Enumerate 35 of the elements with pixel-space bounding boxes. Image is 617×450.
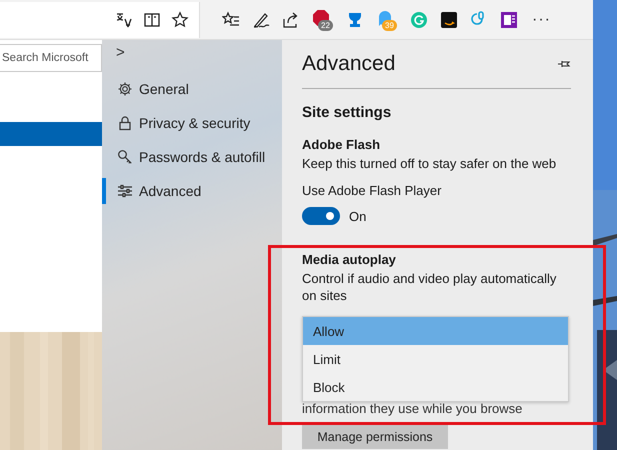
sidebar-item[interactable]: General [102,76,282,102]
notebook-icon[interactable] [500,10,518,28]
setting-description: Control if audio and video play automatically on sites [302,270,558,304]
setting-description: information they use while you browse [302,400,524,417]
translate-icon[interactable] [115,10,133,28]
dropdown-option[interactable]: Limit [303,345,568,373]
favorites-list-icon[interactable] [222,10,240,28]
setting-heading: Adobe Flash [302,137,382,152]
panel-title: Advanced [302,52,396,76]
share-icon[interactable] [282,10,300,28]
star-icon[interactable] [171,10,189,28]
pin-icon[interactable] [557,59,571,69]
notification-badge: 22 [318,20,333,30]
sidebar-item[interactable]: Privacy & security [102,110,282,136]
manage-permissions-button[interactable]: Manage permissions [302,425,448,449]
settings-icon [117,81,133,97]
dropdown-option[interactable]: Allow [303,317,568,345]
book-icon[interactable] [143,10,161,28]
toggle-switch[interactable] [302,207,340,225]
search-field[interactable]: Search Microsoft [0,44,102,72]
toggle-state: On [349,208,366,224]
trophy-icon[interactable] [346,10,364,28]
key-icon [117,149,133,165]
collapse-button[interactable]: > [116,42,125,62]
sidebar-item[interactable]: Passwords & autofill [102,144,282,170]
section-heading: Site settings [302,104,392,121]
setting-description: Keep this turned off to stay safer on the web [302,155,558,172]
setting-heading: Media autoplay [302,252,397,267]
notification-badge: 39 [382,20,397,30]
pen-icon[interactable] [252,10,270,28]
sliders-icon [117,183,133,199]
toggle-label: Use Adobe Flash Player [302,182,442,199]
lock-icon [117,115,133,131]
more-button[interactable]: ··· [532,10,551,28]
dropdown-option[interactable]: Block [303,373,568,401]
